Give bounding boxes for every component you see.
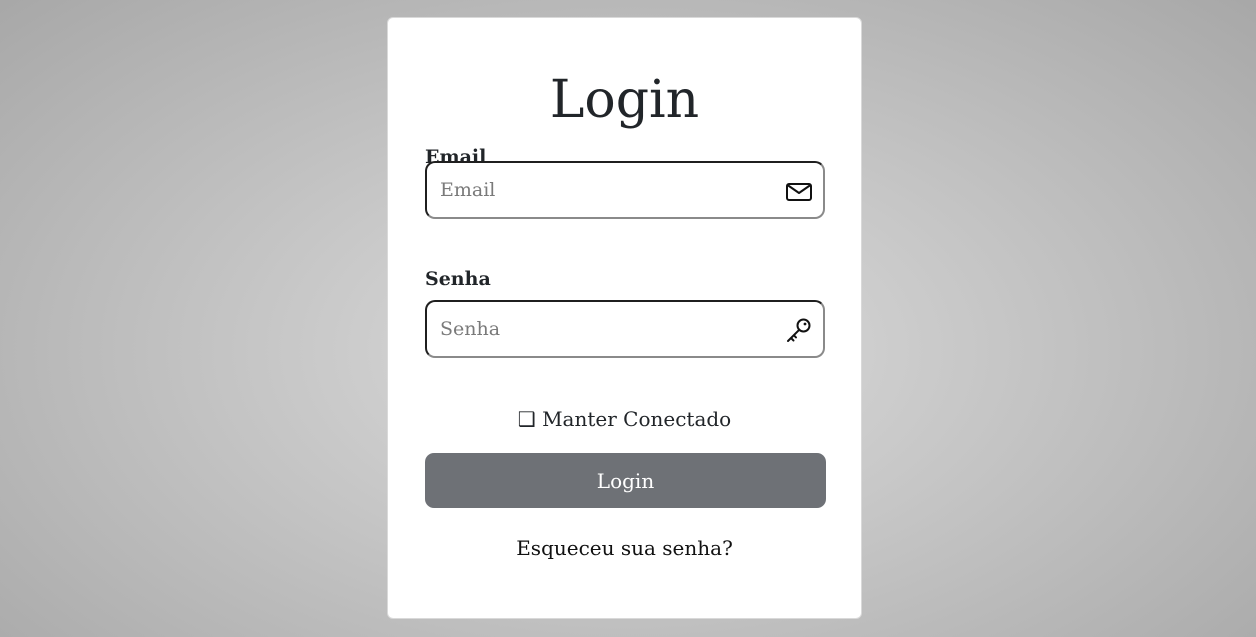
login-card: Login Email Senha ❑ Manter Conectado Log… <box>387 17 862 619</box>
remember-me-label: Manter Conectado <box>542 407 732 431</box>
password-field[interactable] <box>425 300 825 358</box>
password-label: Senha <box>425 268 491 290</box>
forgot-password-link[interactable]: Esqueceu sua senha? <box>388 535 861 561</box>
key-icon <box>785 316 813 344</box>
remember-me-checkbox[interactable]: ❑ Manter Conectado <box>388 406 861 432</box>
checkbox-icon[interactable]: ❑ <box>518 407 536 431</box>
email-input[interactable] <box>427 163 780 217</box>
page-title: Login <box>549 70 700 130</box>
email-field[interactable] <box>425 161 825 219</box>
envelope-icon <box>785 177 813 205</box>
login-button[interactable]: Login <box>425 453 826 508</box>
password-input[interactable] <box>427 302 780 356</box>
